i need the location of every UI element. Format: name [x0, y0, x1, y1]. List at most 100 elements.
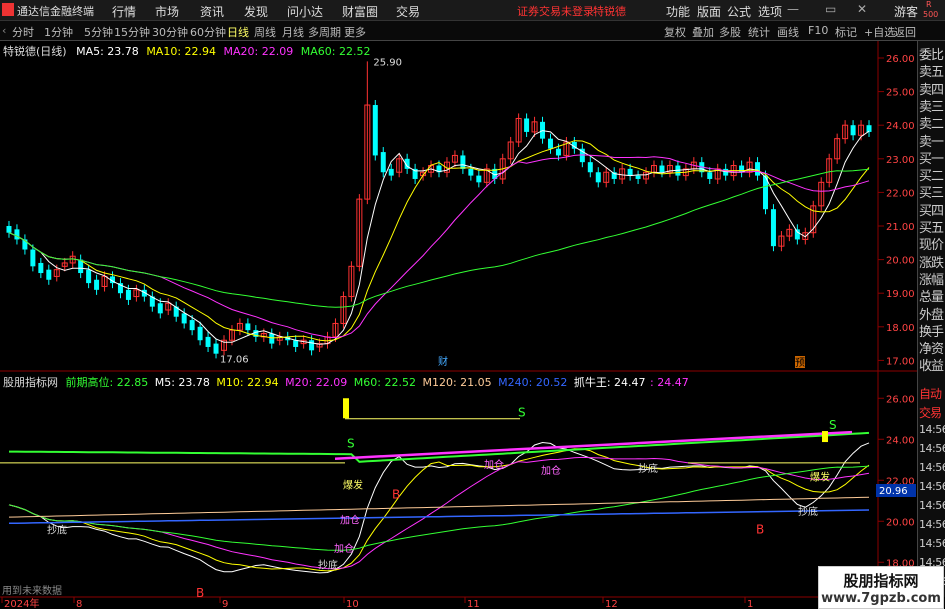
label-jiacang-3: 加仓: [541, 464, 561, 477]
signal-s-2: S: [518, 406, 526, 420]
side-field-2[interactable]: 卖四: [919, 79, 944, 98]
ind-upper-band-magenta: [334, 430, 853, 460]
ind-m240-value: M240: 20.52: [498, 376, 568, 389]
watermark-line1: 股朋指标网: [843, 572, 919, 590]
side-field-13[interactable]: 涨幅: [919, 269, 944, 288]
side-field-8[interactable]: 买三: [919, 182, 944, 201]
side-field-11[interactable]: 现价: [919, 234, 944, 253]
period-more[interactable]: 更多: [344, 24, 366, 40]
quote-side-panel: 委比 卖五 卖四 卖三 卖二 卖一 买一 买二 买三 买四 买五 现价 涨跌 涨幅 总量 外盘 换手 净资 收益自动…: [917, 41, 945, 597]
menu-item-jiaoyi[interactable]: 交易: [396, 3, 420, 20]
side-field-6[interactable]: 买一: [919, 148, 944, 167]
tool-diejia[interactable]: 叠加: [692, 24, 714, 40]
menu-item-faxian[interactable]: 发现: [244, 3, 268, 20]
side-field-12[interactable]: 涨跌: [919, 252, 944, 271]
candle-body-down: [547, 138, 553, 149]
tool-add-favorite[interactable]: +自选: [864, 24, 895, 40]
tool-huaxian[interactable]: 画线: [777, 24, 799, 40]
candle-body-down: [595, 172, 601, 183]
ind-y-label: 24.00: [886, 435, 915, 446]
indicator-name[interactable]: 股朋指标网: [3, 376, 58, 389]
side-time-8[interactable]: 14:56: [919, 537, 945, 550]
menu-item-xuanxiang[interactable]: 选项: [758, 3, 782, 20]
period-fenshi[interactable]: 分时: [12, 24, 34, 40]
menu-item-hangqing[interactable]: 行情: [112, 3, 136, 20]
period-weekly[interactable]: 周线: [254, 24, 276, 40]
period-daily[interactable]: 日线: [227, 24, 249, 40]
restore-icon[interactable]: ▭: [825, 2, 836, 16]
main-y-label: 21.00: [886, 222, 915, 233]
side-field-9[interactable]: 买四: [919, 200, 944, 219]
signal-s-3: S: [829, 418, 837, 432]
ind-m20-value: M20: 22.09: [285, 376, 348, 389]
side-field-18[interactable]: 收益: [919, 355, 944, 374]
side-time-0[interactable]: 自动: [919, 385, 942, 402]
side-field-4[interactable]: 卖二: [919, 113, 944, 132]
candle-body-down: [245, 323, 251, 331]
side-field-17[interactable]: 净资: [919, 338, 944, 357]
candle-body-down: [723, 168, 729, 176]
period-30min[interactable]: 30分钟: [152, 24, 188, 40]
tool-fuquan[interactable]: 复权: [664, 24, 686, 40]
side-field-15[interactable]: 外盘: [919, 304, 944, 323]
toolbar-handle-icon[interactable]: ‹: [2, 24, 6, 37]
side-field-10[interactable]: 买五: [919, 217, 944, 236]
side-field-1[interactable]: 卖五: [919, 61, 944, 80]
menu-item-gongshi[interactable]: 公式: [727, 3, 751, 20]
menu-bar: 通达信金融终端 行情 市场 资讯 发现 问小达 财富圈 交易 证券交易未登录 特…: [0, 0, 945, 21]
candle-body-down: [309, 340, 315, 351]
guest-label[interactable]: 游客: [894, 3, 918, 20]
side-field-3[interactable]: 卖三: [919, 96, 944, 115]
tool-tongji[interactable]: 统计: [748, 24, 770, 40]
side-field-16[interactable]: 换手: [919, 321, 944, 340]
candle-body-down: [707, 172, 713, 179]
side-field-14[interactable]: 总量: [919, 286, 944, 305]
period-multi[interactable]: 多周期: [308, 24, 341, 40]
side-time-3[interactable]: 14:56: [919, 442, 945, 455]
menu-item-banmian[interactable]: 版面: [697, 3, 721, 20]
candle-body-down: [866, 125, 872, 132]
side-time-6[interactable]: 14:56: [919, 499, 945, 512]
tool-duogu[interactable]: 多股: [719, 24, 741, 40]
period-monthly[interactable]: 月线: [282, 24, 304, 40]
candle-body-down: [181, 313, 187, 324]
side-field-0[interactable]: 委比: [919, 44, 944, 63]
minimize-icon[interactable]: —: [787, 2, 799, 16]
trading-terminal: 通达信金融终端 行情 市场 资讯 发现 问小达 财富圈 交易 证券交易未登录 特…: [0, 0, 945, 609]
period-60min[interactable]: 60分钟: [190, 24, 226, 40]
main-y-label: 25.00: [886, 88, 915, 99]
side-field-5[interactable]: 卖一: [919, 131, 944, 150]
candle-body-down: [659, 165, 665, 173]
candle-body-down: [635, 175, 641, 179]
side-time-5[interactable]: 14:56: [919, 480, 945, 493]
menu-item-wenxiaoda[interactable]: 问小达: [287, 3, 323, 20]
candle-body-down: [388, 168, 394, 176]
tool-biaoji[interactable]: 标记: [835, 24, 857, 40]
period-15min[interactable]: 15分钟: [114, 24, 150, 40]
menu-item-gongneng[interactable]: 功能: [666, 3, 690, 20]
period-1min[interactable]: 1分钟: [44, 24, 73, 40]
charts-svg: 26.00 25.00 24.00 23.00 22.00 21.00 20.00 19.00…: [0, 41, 917, 609]
close-icon[interactable]: ✕: [857, 2, 867, 16]
candle-body-down: [770, 209, 776, 247]
side-time-1[interactable]: 交易: [919, 404, 942, 421]
ind-y-label: 26.00: [886, 394, 915, 405]
menu-item-caifuquan[interactable]: 财富圈: [342, 3, 378, 20]
side-time-4[interactable]: 14:56: [919, 461, 945, 474]
candle-body-down: [269, 333, 275, 344]
ind-signal-bar-2: [822, 431, 828, 443]
side-field-7[interactable]: 买二: [919, 165, 944, 184]
menu-item-zixun[interactable]: 资讯: [200, 3, 224, 20]
ind-m240-line: [8, 509, 870, 525]
side-time-2[interactable]: 14:56: [919, 423, 945, 436]
main-chart-title: 特锐德(日线): [3, 45, 67, 58]
tool-f10[interactable]: F10: [808, 24, 828, 37]
tool-back[interactable]: 返回: [894, 24, 916, 40]
x-axis-label: 1: [747, 599, 753, 609]
candle-body-down: [524, 118, 530, 132]
login-status[interactable]: 证券交易未登录: [517, 3, 594, 19]
ma60-value: MA60: 22.52: [300, 45, 371, 58]
side-time-7[interactable]: 14:56: [919, 518, 945, 531]
menu-item-shichang[interactable]: 市场: [155, 3, 179, 20]
period-5min[interactable]: 5分钟: [84, 24, 113, 40]
